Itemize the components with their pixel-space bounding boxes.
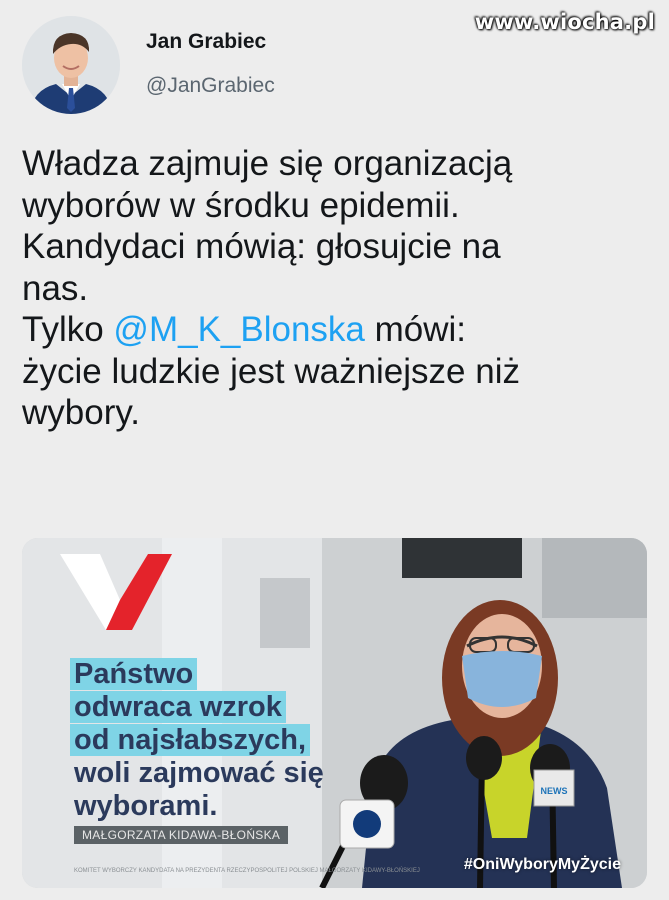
quote-line: od najsłabszych, (70, 724, 328, 757)
quote-author-tag: MAŁGORZATA KIDAWA-BŁOŃSKA (74, 826, 289, 844)
tweet-text-line: życie ludzkie jest ważniejsze niż (22, 351, 520, 391)
tweet-text-line: Władza zajmuje się organizacją (22, 144, 513, 183)
author-display-name[interactable]: Jan Grabiec (146, 30, 275, 54)
tweet-header: Jan Grabiec @JanGrabiec (22, 16, 275, 114)
media-card[interactable]: NEWS Państwo odwraca wzrok od najsłabszy… (22, 538, 647, 888)
quote-line: odwraca wzrok (70, 691, 328, 724)
quote-line: Państwo (70, 658, 328, 691)
watermark: www.wiocha.pl (474, 10, 655, 34)
quote-line: wyborami. (74, 790, 218, 822)
legal-fineprint: KOMITET WYBORCZY KANDYDATA NA PREZYDENTA… (74, 868, 420, 874)
campaign-quote: Państwo odwraca wzrok od najsłabszych, w… (70, 658, 328, 823)
tweet-text-line: wybory. (22, 393, 140, 432)
author-handle[interactable]: @JanGrabiec (146, 74, 275, 98)
tweet-text-line: Kandydaci mówią: głosujcie na (22, 227, 501, 266)
quote-line: woli zajmować się (74, 757, 324, 789)
tweet-text-fragment: mówi: (364, 310, 467, 349)
mic-label: NEWS (541, 786, 568, 796)
avatar[interactable] (22, 16, 120, 114)
campaign-hashtag: #OniWyboryMyŻycie (463, 856, 621, 873)
mention-link[interactable]: @M_K_Blonska (113, 310, 364, 349)
tweet-text: Władza zajmuje się organizacją wyborów w… (22, 143, 642, 434)
tweet-text-line: nas. (22, 268, 89, 308)
tweet-text-fragment: Tylko (22, 310, 114, 349)
tweet-text-line: wyborów w środku epidemii. (22, 185, 460, 225)
